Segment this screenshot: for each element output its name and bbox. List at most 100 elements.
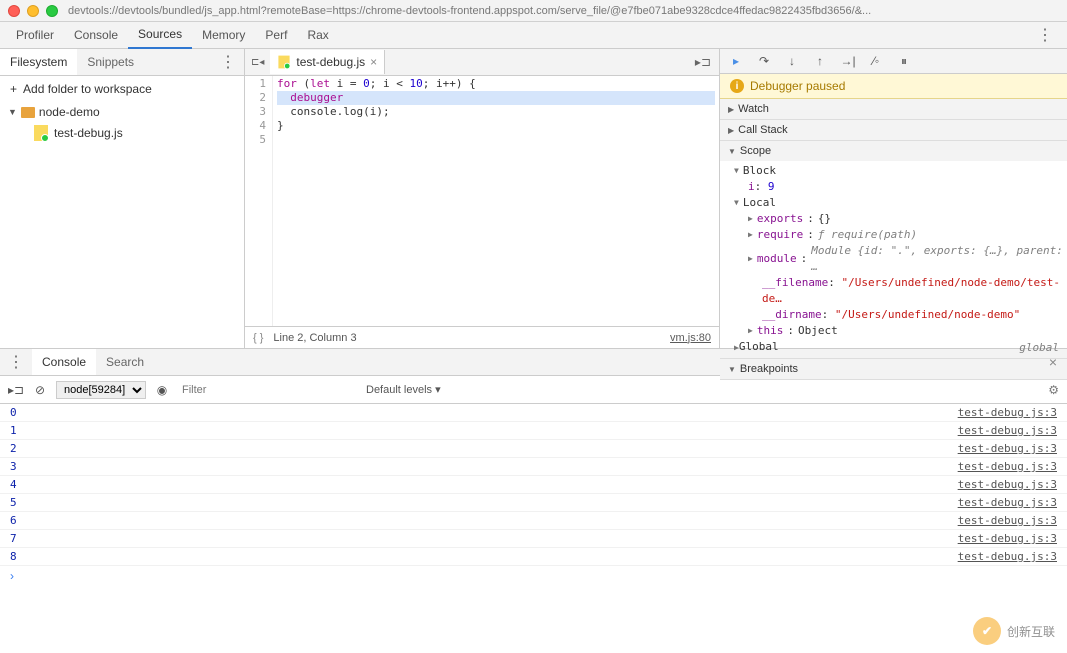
folder-label: node-demo [39, 105, 100, 119]
chevron-down-icon: ▼ [8, 107, 17, 117]
chevron-down-icon: ▼ [734, 163, 739, 179]
minimize-icon[interactable] [27, 5, 39, 17]
sources-workspace: Filesystem Snippets ⋮ + Add folder to wo… [0, 49, 1067, 349]
js-file-icon [279, 56, 290, 69]
resume-icon[interactable]: ▸ [728, 53, 744, 69]
step-into-icon[interactable]: ↓ [784, 53, 800, 69]
console-value: 8 [10, 550, 17, 563]
tab-profiler[interactable]: Profiler [6, 22, 64, 48]
scope-var[interactable]: ▶module: Module {id: ".", exports: {…}, … [734, 243, 1067, 275]
page-url: devtools://devtools/bundled/js_app.html?… [68, 5, 871, 17]
section-callstack[interactable]: ▶Call Stack [720, 120, 1067, 140]
sidebar-toggle-icon[interactable]: ▸⊐ [8, 382, 24, 398]
scope-body: ▼Block i: 9 ▼Local ▶exports: {} ▶require… [720, 161, 1067, 358]
tab-search[interactable]: Search [96, 349, 154, 375]
maximize-icon[interactable] [46, 5, 58, 17]
line-gutter: 12345 [245, 76, 273, 326]
tab-rax[interactable]: Rax [297, 22, 338, 48]
source-link[interactable]: test-debug.js:3 [958, 550, 1057, 563]
clear-console-icon[interactable]: ⊘ [32, 382, 48, 398]
watermark: ✔ 创新互联 [973, 617, 1055, 645]
format-icon[interactable]: { } [253, 332, 263, 344]
chevron-down-icon: ▼ [728, 365, 736, 374]
filter-input[interactable] [178, 382, 358, 398]
close-icon[interactable]: × [370, 55, 377, 69]
scope-var: __dirname: "/Users/undefined/node-demo" [734, 307, 1067, 323]
debugger-banner-label: Debugger paused [750, 79, 845, 93]
source-link[interactable]: test-debug.js:3 [958, 406, 1057, 419]
step-out-icon[interactable]: ↑ [812, 53, 828, 69]
scope-block[interactable]: ▼Block [734, 163, 1067, 179]
console-value: 5 [10, 496, 17, 509]
editor-tab[interactable]: test-debug.js × [270, 50, 385, 74]
deactivate-breakpoints-icon[interactable]: ⁄◦ [868, 53, 884, 69]
drawer-close-icon[interactable]: × [1039, 354, 1067, 370]
console-prompt[interactable]: › [0, 566, 1067, 586]
console-row: 4test-debug.js:3 [0, 476, 1067, 494]
tab-console-drawer[interactable]: Console [32, 349, 96, 375]
traffic-lights [8, 5, 58, 17]
step-icon[interactable]: →| [840, 53, 856, 69]
source-link[interactable]: test-debug.js:3 [958, 496, 1057, 509]
source-link[interactable]: test-debug.js:3 [958, 532, 1057, 545]
close-icon[interactable] [8, 5, 20, 17]
nav-toggle-icon[interactable]: ⊏◂ [245, 57, 270, 68]
source-link[interactable]: test-debug.js:3 [958, 514, 1057, 527]
editor-status-bar: { } Line 2, Column 3 vm.js:80 [245, 326, 719, 348]
drawer-more-icon[interactable]: ⋮ [0, 352, 32, 372]
gear-icon[interactable]: ⚙ [1048, 383, 1059, 397]
chevron-right-icon: ▶ [728, 126, 734, 135]
file-row[interactable]: test-debug.js [0, 122, 244, 144]
section-breakpoints[interactable]: ▼Breakpoints [720, 359, 1067, 379]
more-icon[interactable]: ⋮ [1029, 21, 1061, 49]
source-link[interactable]: test-debug.js:3 [958, 460, 1057, 473]
console-toolbar: ▸⊐ ⊘ node[59284] ◉ Default levels ▾ ⚙ [0, 376, 1067, 404]
context-select[interactable]: node[59284] [56, 381, 146, 399]
tab-memory[interactable]: Memory [192, 22, 255, 48]
plus-icon: + [10, 82, 17, 96]
navigator-pane: Filesystem Snippets ⋮ + Add folder to wo… [0, 49, 245, 348]
js-file-icon [34, 125, 48, 141]
pause-exceptions-icon[interactable]: ⏸ [896, 53, 912, 69]
source-link[interactable]: test-debug.js:3 [958, 442, 1057, 455]
tab-console[interactable]: Console [64, 22, 128, 48]
debugger-pane: ▸ ↷ ↓ ↑ →| ⁄◦ ⏸ i Debugger paused ▶Watch… [720, 49, 1067, 348]
chevron-right-icon: ▶ [748, 323, 753, 339]
step-over-icon[interactable]: ↷ [756, 53, 772, 69]
editor-tab-label: test-debug.js [296, 55, 365, 69]
scope-global[interactable]: ▶Globalglobal [734, 339, 1067, 356]
log-levels[interactable]: Default levels ▾ [366, 383, 441, 396]
chevron-right-icon: ▶ [748, 251, 753, 267]
console-value: 6 [10, 514, 17, 527]
debug-toolbar: ▸ ↷ ↓ ↑ →| ⁄◦ ⏸ [720, 49, 1067, 74]
section-watch[interactable]: ▶Watch [720, 99, 1067, 119]
source-link[interactable]: vm.js:80 [670, 332, 711, 344]
scope-local[interactable]: ▼Local [734, 195, 1067, 211]
expand-icon[interactable]: ▸⊐ [687, 55, 719, 69]
tab-snippets[interactable]: Snippets [77, 49, 144, 75]
debugger-banner: i Debugger paused [720, 74, 1067, 99]
console-value: 0 [10, 406, 17, 419]
scope-var: __filename: "/Users/undefined/node-demo/… [734, 275, 1067, 307]
tab-sources[interactable]: Sources [128, 21, 192, 49]
console-value: 1 [10, 424, 17, 437]
folder-row[interactable]: ▼ node-demo [0, 102, 244, 122]
source-link[interactable]: test-debug.js:3 [958, 478, 1057, 491]
scope-var[interactable]: ▶this: Object [734, 323, 1067, 339]
scope-var[interactable]: ▶exports: {} [734, 211, 1067, 227]
code-area[interactable]: for (let i = 0; i < 10; i++) { debugger … [273, 76, 719, 326]
live-expression-icon[interactable]: ◉ [154, 382, 170, 398]
navigator-more-icon[interactable]: ⋮ [212, 52, 244, 72]
chevron-right-icon: ▶ [748, 211, 753, 227]
add-folder-button[interactable]: + Add folder to workspace [0, 76, 244, 102]
tab-perf[interactable]: Perf [255, 22, 297, 48]
folder-icon [21, 107, 35, 118]
scope-var[interactable]: ▶require: ƒ require(path) [734, 227, 1067, 243]
source-link[interactable]: test-debug.js:3 [958, 424, 1057, 437]
section-scope[interactable]: ▼Scope [720, 141, 1067, 161]
console-row: 6 test-debug.js:3 [0, 512, 1067, 530]
tab-filesystem[interactable]: Filesystem [0, 49, 77, 75]
code-editor[interactable]: 12345 for (let i = 0; i < 10; i++) { deb… [245, 76, 719, 326]
info-icon: i [730, 79, 744, 93]
main-tabs: Profiler Console Sources Memory Perf Rax… [0, 22, 1067, 49]
